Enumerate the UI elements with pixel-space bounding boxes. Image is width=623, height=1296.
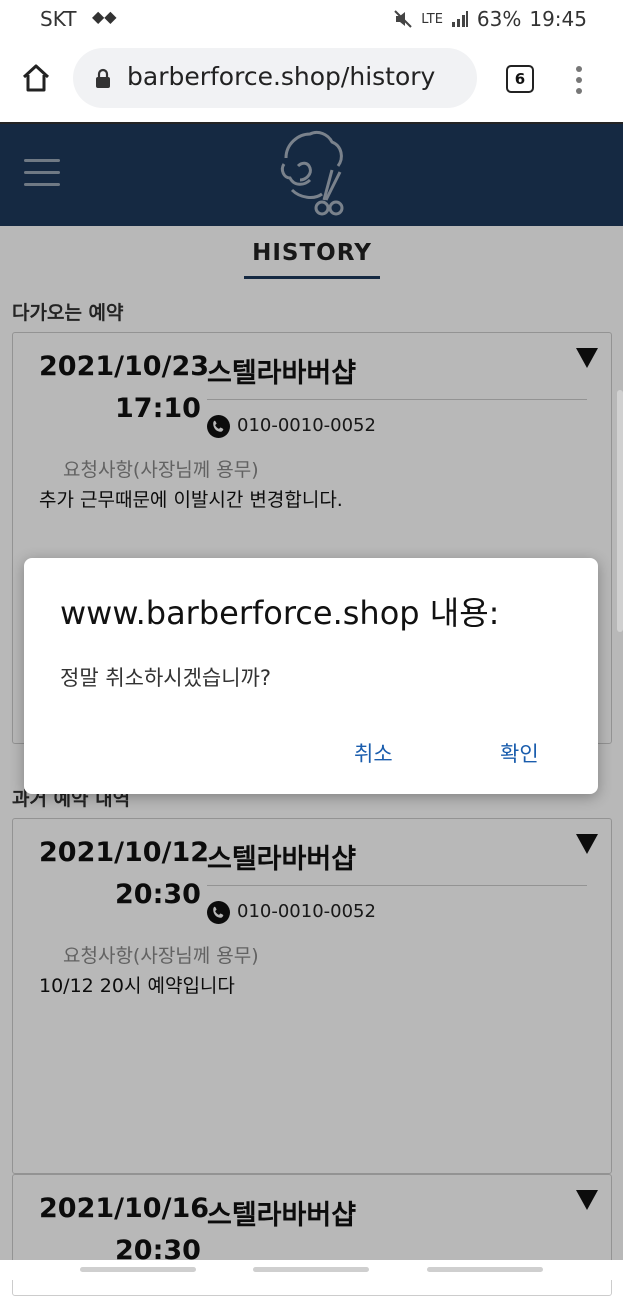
battery-label: 63% bbox=[476, 7, 522, 31]
browser-toolbar: barberforce.shop/history 6 bbox=[0, 40, 623, 124]
confirm-dialog: www.barberforce.shop 내용: 정말 취소하시겠습니까? 취소… bbox=[24, 558, 598, 794]
nav-recents-button[interactable] bbox=[80, 1267, 196, 1272]
scrollbar-thumb[interactable] bbox=[617, 390, 623, 632]
nav-back-button[interactable] bbox=[427, 1267, 543, 1272]
status-bar: SKT ◆◆ LTE 63% 19:45 bbox=[0, 0, 623, 40]
lte-label: LTE bbox=[421, 11, 443, 27]
tab-switcher-button[interactable]: 6 bbox=[506, 65, 534, 93]
url-bar[interactable]: barberforce.shop/history bbox=[73, 48, 477, 108]
dialog-ok-button[interactable]: 확인 bbox=[500, 738, 539, 768]
nav-home-button[interactable] bbox=[253, 1267, 369, 1272]
more-menu-icon[interactable] bbox=[576, 66, 582, 94]
home-icon[interactable] bbox=[20, 62, 52, 94]
mute-icon bbox=[394, 10, 413, 28]
dialog-cancel-button[interactable]: 취소 bbox=[354, 738, 393, 768]
status-right: LTE 63% 19:45 bbox=[393, 7, 587, 31]
system-nav-bar bbox=[0, 1260, 623, 1280]
dialog-title: www.barberforce.shop 내용: bbox=[60, 594, 500, 632]
carrier-label: SKT bbox=[40, 7, 77, 31]
clock-label: 19:45 bbox=[529, 7, 587, 31]
nfc-icon: ◆◆ bbox=[92, 7, 117, 26]
dialog-message: 정말 취소하시겠습니까? bbox=[60, 666, 272, 690]
lock-icon bbox=[96, 68, 110, 88]
signal-icon bbox=[451, 11, 468, 27]
url-text: barberforce.shop/history bbox=[127, 62, 436, 91]
